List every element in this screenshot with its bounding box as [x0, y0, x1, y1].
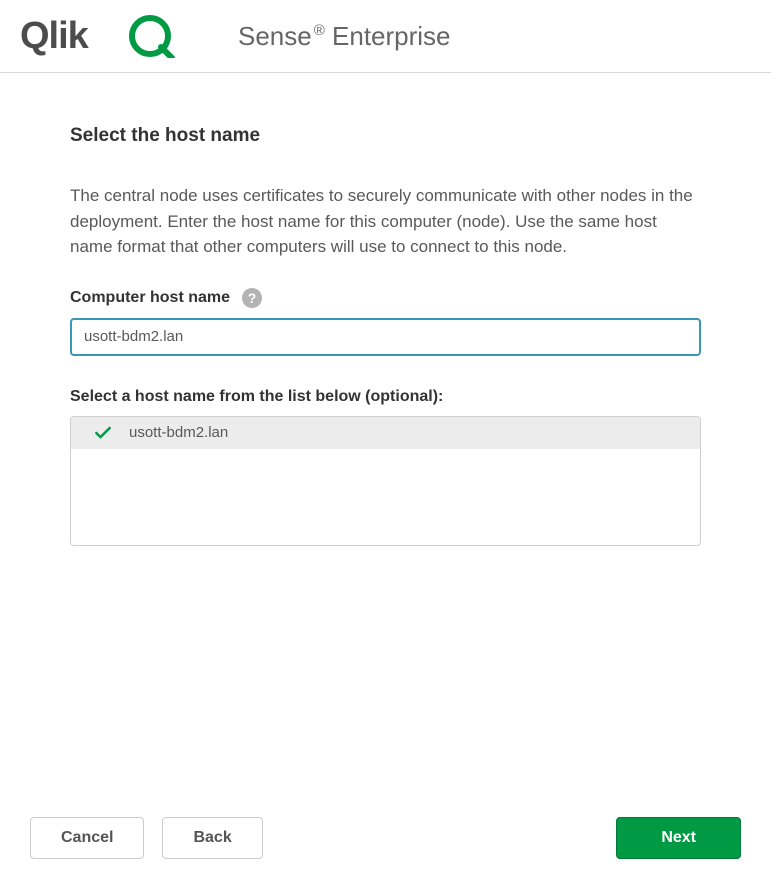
- brand-logo: Qlik: [20, 14, 178, 58]
- host-label: Computer host name: [70, 289, 230, 307]
- back-button[interactable]: Back: [162, 817, 262, 859]
- app-title-right: Enterprise: [325, 21, 451, 51]
- instructions-text: The central node uses certificates to se…: [70, 183, 701, 260]
- page-title: Select the host name: [70, 125, 701, 147]
- host-input[interactable]: [70, 318, 701, 356]
- list-item-label: usott-bdm2.lan: [129, 424, 228, 441]
- host-label-row: Computer host name ?: [70, 288, 701, 308]
- check-icon: [93, 423, 113, 443]
- optional-list-label: Select a host name from the list below (…: [70, 388, 701, 406]
- app-title-left: Sense: [238, 21, 312, 51]
- footer: Cancel Back Next: [0, 817, 771, 859]
- cancel-button[interactable]: Cancel: [30, 817, 144, 859]
- next-button[interactable]: Next: [616, 817, 741, 859]
- help-icon[interactable]: ?: [242, 288, 262, 308]
- app-title: Sense® Enterprise: [238, 21, 451, 52]
- svg-text:Qlik: Qlik: [20, 15, 90, 57]
- host-list: usott-bdm2.lan: [70, 416, 701, 546]
- list-item[interactable]: usott-bdm2.lan: [71, 417, 700, 449]
- content: Select the host name The central node us…: [0, 73, 771, 546]
- header: Qlik Sense® Enterprise: [0, 0, 771, 73]
